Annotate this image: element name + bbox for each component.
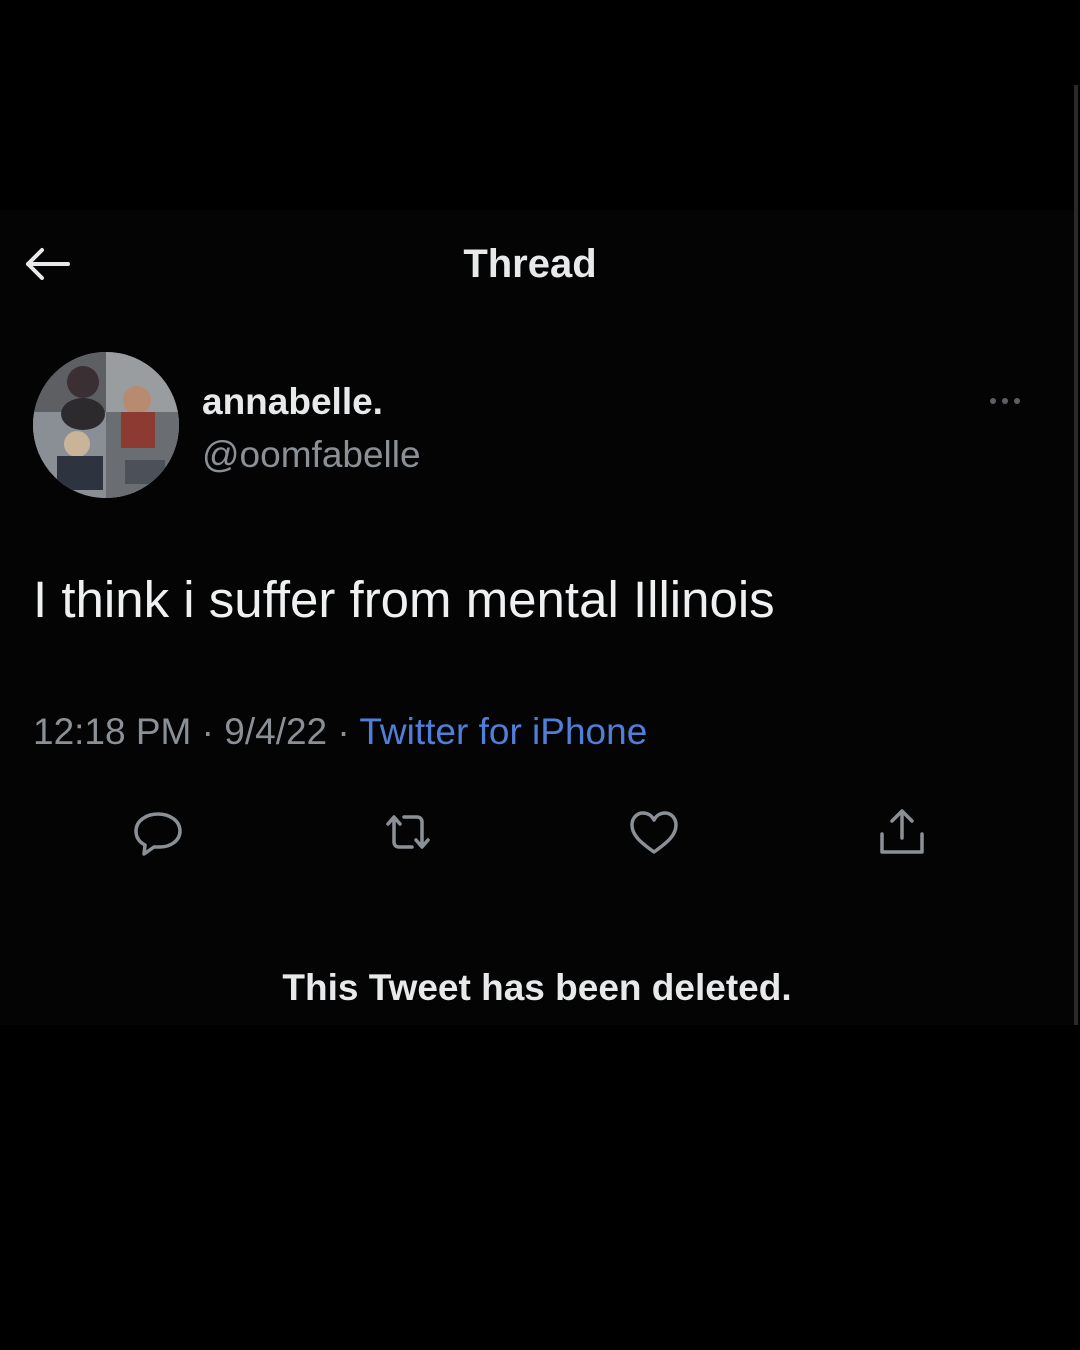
tweet-meta: 12:18 PM · 9/4/22 · Twitter for iPhone xyxy=(33,708,647,756)
share-button[interactable] xyxy=(870,800,934,864)
meta-separator: · xyxy=(191,711,225,752)
tweet-source-link[interactable]: Twitter for iPhone xyxy=(359,711,647,752)
tweet-date: 9/4/22 xyxy=(224,711,328,752)
deleted-tweet-notice: This Tweet has been deleted. xyxy=(282,967,792,1008)
page-title: Thread xyxy=(463,242,597,286)
avatar[interactable] xyxy=(33,352,179,498)
share-icon xyxy=(880,809,924,854)
retweet-button[interactable] xyxy=(376,800,440,864)
more-dots-icon xyxy=(990,398,1020,404)
panel-edge xyxy=(1074,85,1078,1025)
display-name[interactable]: annabelle. xyxy=(202,380,383,424)
tweet-time: 12:18 PM xyxy=(33,711,192,752)
tweet-text: I think i suffer from mental Illinois xyxy=(33,571,775,628)
profile-photo-collage xyxy=(33,352,179,498)
arrow-left-icon xyxy=(26,248,70,280)
reply-button[interactable] xyxy=(126,800,190,864)
reply-bubble-icon xyxy=(134,812,182,856)
heart-icon xyxy=(630,811,678,854)
user-handle[interactable]: @oomfabelle xyxy=(202,433,421,477)
back-button[interactable] xyxy=(18,240,74,288)
like-button[interactable] xyxy=(622,800,686,864)
meta-separator: · xyxy=(327,711,360,752)
more-options-button[interactable] xyxy=(980,384,1030,418)
retweet-icon xyxy=(386,815,430,849)
